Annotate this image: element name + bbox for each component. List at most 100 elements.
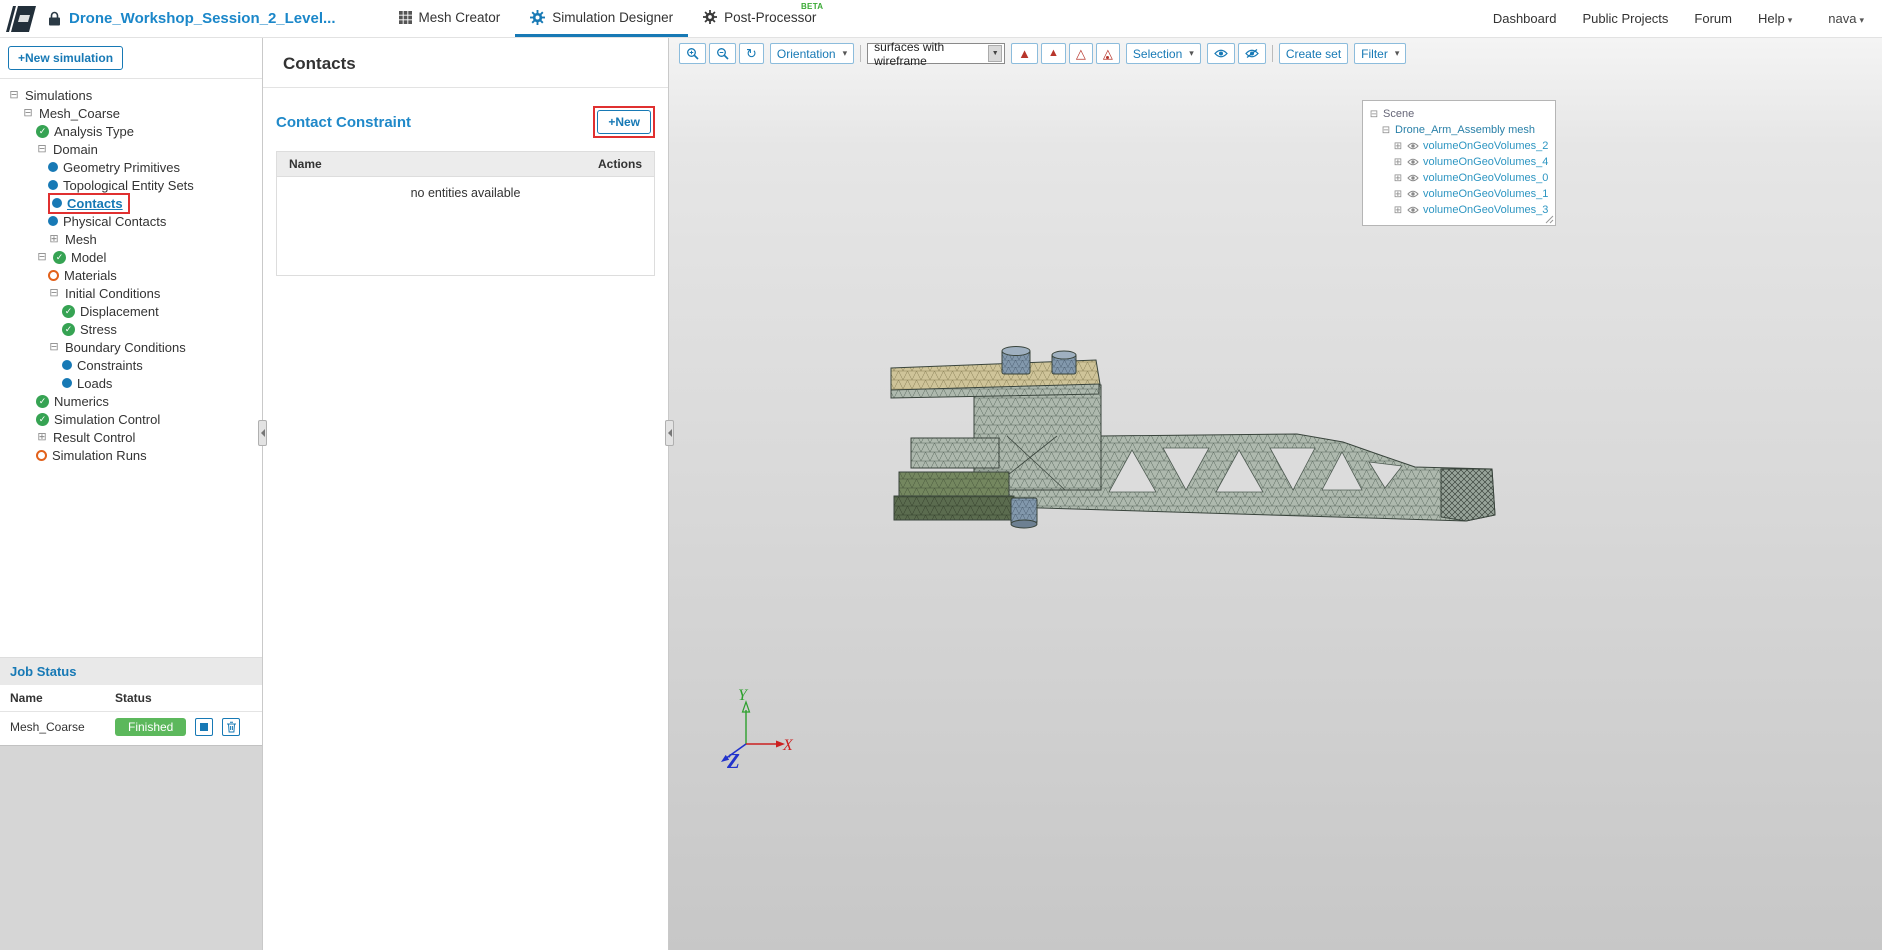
resize-grip-icon[interactable]	[1544, 214, 1554, 224]
eye-icon[interactable]	[1407, 206, 1419, 214]
collapse-left-icon	[667, 429, 672, 437]
triangle-filled-icon: ▲	[1048, 47, 1059, 59]
column-header-actions: Actions	[597, 157, 642, 171]
orientation-dropdown[interactable]: Orientation ▾	[769, 43, 855, 64]
delete-job-button[interactable]	[222, 718, 241, 736]
check-icon: ✓	[53, 250, 66, 264]
grid-icon	[398, 10, 412, 24]
toolbar-separator	[1271, 45, 1273, 62]
tree-item-initial-conditions[interactable]: ⊟ Initial Conditions	[0, 284, 262, 302]
tree-item-loads[interactable]: Loads	[0, 374, 262, 392]
create-set-button[interactable]: Create set	[1278, 43, 1349, 64]
tree-item-geometry-primitives[interactable]: Geometry Primitives	[0, 158, 262, 176]
new-simulation-button[interactable]: +New simulation	[8, 46, 124, 70]
tree-item-model[interactable]: ⊟ ✓ Model	[0, 248, 262, 266]
new-contact-button[interactable]: +New	[597, 110, 651, 134]
zoom-fit-button[interactable]	[709, 43, 736, 64]
expand-icon[interactable]: ⊞	[1393, 205, 1403, 216]
tab-mesh-creator[interactable]: Mesh Creator	[384, 0, 516, 37]
refresh-button[interactable]: ↻	[739, 43, 764, 64]
collapse-icon[interactable]: ⊟	[1369, 109, 1379, 120]
nav-public-projects[interactable]: Public Projects	[1582, 11, 1668, 26]
collapse-icon[interactable]: ⊟	[36, 251, 48, 263]
collapse-icon[interactable]: ⊟	[1381, 125, 1391, 136]
stop-job-button[interactable]	[195, 718, 214, 736]
chevron-down-icon: ▾	[1394, 48, 1400, 58]
selection-dropdown[interactable]: Selection ▾	[1125, 43, 1201, 64]
tree-item-contacts[interactable]: Contacts	[0, 192, 262, 214]
triangle-outline-icon: △	[1075, 46, 1086, 61]
nav-forum[interactable]: Forum	[1694, 11, 1732, 26]
scene-volume-node[interactable]: ⊞ volumeOnGeoVolumes_1	[1369, 186, 1549, 202]
simulation-sidebar: +New simulation ⊟ Simulations ⊟ Mesh_Coa…	[0, 38, 263, 950]
filter-dropdown[interactable]: Filter ▾	[1354, 43, 1407, 64]
tree-item-materials[interactable]: Materials	[0, 266, 262, 284]
tree-item-topological-entity-sets[interactable]: Topological Entity Sets	[0, 176, 262, 194]
render-mode-select[interactable]: surfaces with wireframe ▼	[867, 40, 1006, 68]
mesh-display-surface-button[interactable]: ▲	[1041, 43, 1066, 64]
refresh-icon: ↻	[746, 45, 757, 61]
collapse-icon[interactable]: ⊟	[48, 287, 60, 299]
3d-viewport-canvas[interactable]	[669, 38, 1882, 950]
scene-mesh-node[interactable]: ⊟ Drone_Arm_Assembly mesh	[1369, 122, 1549, 138]
scene-root[interactable]: ⊟ Scene	[1369, 106, 1549, 122]
expand-icon[interactable]: ⊞	[48, 233, 60, 245]
tree-item-domain[interactable]: ⊟ Domain	[0, 140, 262, 158]
collapse-icon[interactable]: ⊟	[22, 107, 34, 119]
viewport: ↻ Orientation ▾ surfaces with wireframe …	[669, 38, 1882, 950]
tree-item-numerics[interactable]: ✓ Numerics	[0, 392, 262, 410]
chevron-down-icon: ▾	[1189, 48, 1194, 58]
scene-volume-node[interactable]: ⊞ volumeOnGeoVolumes_4	[1369, 154, 1549, 170]
tree-item-stress[interactable]: ✓ Stress	[0, 320, 262, 338]
scene-volume-node[interactable]: ⊞ volumeOnGeoVolumes_2	[1369, 138, 1549, 154]
mesh-display-wire-button[interactable]: △	[1068, 43, 1093, 64]
eye-icon[interactable]	[1407, 142, 1419, 150]
hide-selection-button[interactable]	[1237, 43, 1266, 64]
sidebar-splitter[interactable]	[258, 420, 267, 446]
collapse-icon[interactable]: ⊟	[36, 143, 48, 155]
chevron-down-icon: ▾	[1859, 15, 1864, 25]
scene-volume-node[interactable]: ⊞ volumeOnGeoVolumes_3	[1369, 202, 1549, 218]
tree-item-displacement[interactable]: ✓ Displacement	[0, 302, 262, 320]
nav-dashboard[interactable]: Dashboard	[1493, 11, 1557, 26]
gear-icon	[530, 9, 546, 25]
panel-splitter[interactable]	[665, 420, 674, 446]
scene-volume-node[interactable]: ⊞ volumeOnGeoVolumes_0	[1369, 170, 1549, 186]
tab-simulation-designer[interactable]: Simulation Designer	[515, 0, 689, 37]
tree-item-result-control[interactable]: ⊞ Result Control	[0, 428, 262, 446]
tree-item-boundary-conditions[interactable]: ⊟ Boundary Conditions	[0, 338, 262, 356]
tree-item-simulation-runs[interactable]: Simulation Runs	[0, 446, 262, 464]
eye-icon[interactable]	[1407, 190, 1419, 198]
user-menu[interactable]: nava ▾	[1828, 11, 1864, 26]
zoom-in-button[interactable]	[679, 43, 706, 64]
toolbar-separator	[860, 45, 862, 62]
expand-icon[interactable]: ⊞	[1393, 141, 1403, 152]
collapse-icon[interactable]: ⊟	[8, 89, 20, 101]
mesh-display-solid-button[interactable]: ▲	[1011, 43, 1039, 64]
empty-table-message: no entities available	[277, 177, 654, 275]
tree-item-constraints[interactable]: Constraints	[0, 356, 262, 374]
tree-item-mesh[interactable]: ⊞ Mesh	[0, 230, 262, 248]
gear-icon	[703, 10, 718, 24]
axis-triad: Y X Z	[721, 687, 794, 773]
tree-item-simulations[interactable]: ⊟ Simulations	[0, 86, 262, 104]
show-all-button[interactable]	[1206, 43, 1235, 64]
tree-item-analysis-type[interactable]: ✓ Analysis Type	[0, 122, 262, 140]
mesh-display-points-button[interactable]: △	[1095, 43, 1120, 64]
contacts-panel: Contacts Contact Constraint +New Name Ac…	[263, 38, 669, 950]
scene-tree-panel: ⊟ Scene ⊟ Drone_Arm_Assembly mesh ⊞ volu…	[1362, 100, 1556, 226]
eye-icon[interactable]	[1407, 158, 1419, 166]
orange-ring-icon	[36, 449, 47, 461]
tree-item-physical-contacts[interactable]: Physical Contacts	[0, 212, 262, 230]
eye-icon[interactable]	[1407, 174, 1419, 182]
tab-post-processor[interactable]: BETA Post-Processor	[688, 0, 831, 37]
chevron-down-icon: ▾	[842, 48, 848, 58]
tree-item-simulation-control[interactable]: ✓ Simulation Control	[0, 410, 262, 428]
expand-icon[interactable]: ⊞	[1393, 173, 1403, 184]
expand-icon[interactable]: ⊞	[1393, 189, 1403, 200]
nav-help[interactable]: Help ▾	[1758, 11, 1792, 26]
collapse-icon[interactable]: ⊟	[48, 341, 60, 353]
tree-item-mesh-coarse[interactable]: ⊟ Mesh_Coarse	[0, 104, 262, 122]
expand-icon[interactable]: ⊞	[36, 431, 48, 443]
expand-icon[interactable]: ⊞	[1393, 157, 1403, 168]
